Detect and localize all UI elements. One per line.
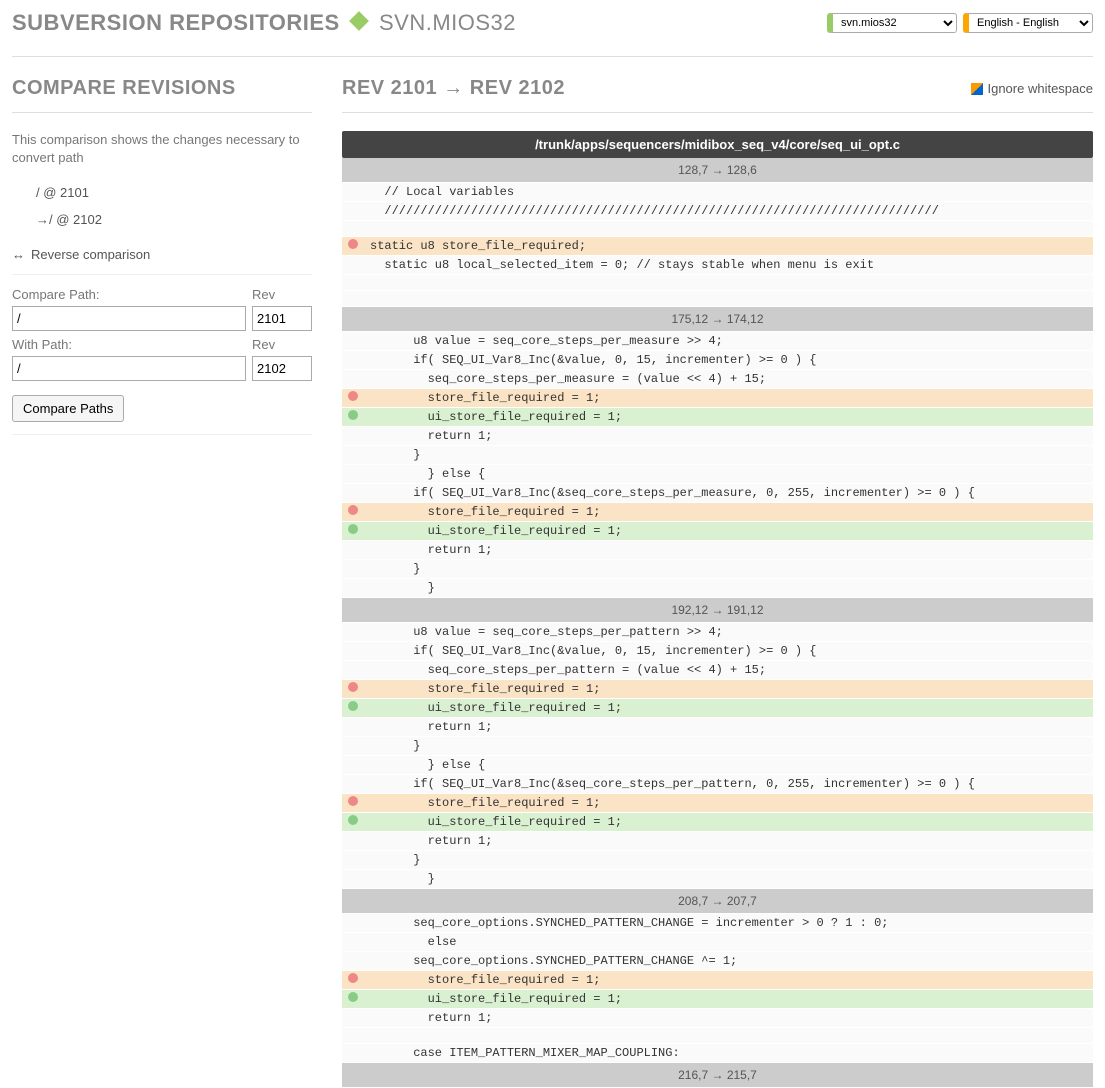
diff-row: store_file_required = 1; xyxy=(342,971,1093,990)
diff-row: u8 value = seq_core_steps_per_measure >>… xyxy=(342,332,1093,351)
path-to: →/ @ 2102 xyxy=(36,206,312,233)
diff-row: } xyxy=(342,560,1093,579)
diff-row: } else { xyxy=(342,756,1093,775)
diff-row: return 1; xyxy=(342,427,1093,446)
diff-row: return 1; xyxy=(342,541,1093,560)
diff-row: return 1; xyxy=(342,1009,1093,1028)
compare-path-input[interactable] xyxy=(12,306,246,331)
diff-row: store_file_required = 1; xyxy=(342,680,1093,699)
diff-row: 175,12 → 174,12 xyxy=(342,307,1093,332)
diff-row: } xyxy=(342,737,1093,756)
language-select[interactable]: English - English xyxy=(963,13,1093,33)
diff-row: seq_core_options.SYNCHED_PATTERN_CHANGE … xyxy=(342,914,1093,933)
repo-name[interactable]: SVN.MIOS32 xyxy=(379,10,516,35)
diff-row: ui_store_file_required = 1; xyxy=(342,990,1093,1009)
diff-row: 128,7 → 128,6 xyxy=(342,158,1093,183)
diff-row: 216,7 → 215,7 xyxy=(342,1063,1093,1088)
diff-row: seq_core_options.SYNCHED_PATTERN_CHANGE … xyxy=(342,952,1093,971)
file-path-header: /trunk/apps/sequencers/midibox_seq_v4/co… xyxy=(342,131,1093,158)
diff-row: ////////////////////////////////////////… xyxy=(342,202,1093,221)
diff-row: store_file_required = 1; xyxy=(342,389,1093,408)
diff-row: } xyxy=(342,851,1093,870)
diff-row: static u8 store_file_required; xyxy=(342,237,1093,256)
diff-row: if( SEQ_UI_Var8_Inc(&value, 0, 15, incre… xyxy=(342,351,1093,370)
with-path-input[interactable] xyxy=(12,356,246,381)
diff-row xyxy=(342,1028,1093,1044)
diff-row: case ITEM_PATTERN_MIXER_MAP_COUPLING: xyxy=(342,1044,1093,1063)
left-title: COMPARE REVISIONS xyxy=(12,77,312,100)
diff-row: else xyxy=(342,933,1093,952)
diff-row xyxy=(342,275,1093,291)
whitespace-icon xyxy=(971,83,983,95)
diff-row: ui_store_file_required = 1; xyxy=(342,522,1093,541)
page-title: SUBVERSION REPOSITORIES xyxy=(12,10,340,35)
diff-row: store_file_required = 1; xyxy=(342,794,1093,813)
diff-row xyxy=(342,291,1093,307)
diff-row: store_file_required = 1; xyxy=(342,503,1093,522)
diff-row: 192,12 → 191,12 xyxy=(342,598,1093,623)
rev1-label: Rev xyxy=(252,287,312,302)
compare-path-label: Compare Path: xyxy=(12,287,246,302)
compare-paths-button[interactable]: Compare Paths xyxy=(12,395,124,422)
reverse-comparison-link[interactable]: ↔Reverse comparison xyxy=(12,247,312,262)
diff-title: REV 2101 → REV 2102 xyxy=(342,77,565,100)
diff-row: ui_store_file_required = 1; xyxy=(342,699,1093,718)
diff-row: } xyxy=(342,870,1093,889)
diff-row: return 1; xyxy=(342,718,1093,737)
rev2-label: Rev xyxy=(252,337,312,352)
diff-row: if( SEQ_UI_Var8_Inc(&value, 0, 15, incre… xyxy=(342,642,1093,661)
diff-row: } xyxy=(342,446,1093,465)
diff-row: } xyxy=(342,579,1093,598)
diff-row: static u8 local_selected_item = 0; // st… xyxy=(342,256,1093,275)
rev1-input[interactable] xyxy=(252,306,312,331)
diff-row: u8 value = seq_core_steps_per_pattern >>… xyxy=(342,623,1093,642)
diff-row: seq_core_steps_per_measure = (value << 4… xyxy=(342,370,1093,389)
diff-row: if( SEQ_UI_Var8_Inc(&seq_core_steps_per_… xyxy=(342,775,1093,794)
ignore-whitespace-link[interactable]: Ignore whitespace xyxy=(971,81,1093,96)
diff-row: return 1; xyxy=(342,832,1093,851)
diff-row: ui_store_file_required = 1; xyxy=(342,813,1093,832)
diff-row: seq_core_steps_per_pattern = (value << 4… xyxy=(342,661,1093,680)
diff-row xyxy=(342,221,1093,237)
diff-row: // Local variables xyxy=(342,183,1093,202)
cube-icon xyxy=(349,11,369,31)
diff-row: 208,7 → 207,7 xyxy=(342,889,1093,914)
diff-row: if( SEQ_UI_Var8_Inc(&seq_core_steps_per_… xyxy=(342,484,1093,503)
repo-select[interactable]: svn.mios32 xyxy=(827,13,957,33)
path-from: / @ 2101 xyxy=(36,179,312,206)
with-path-label: With Path: xyxy=(12,337,246,352)
diff-table: 128,7 → 128,6 // Local variables ///////… xyxy=(342,158,1093,1088)
diff-row: } else { xyxy=(342,465,1093,484)
rev2-input[interactable] xyxy=(252,356,312,381)
compare-description: This comparison shows the changes necess… xyxy=(12,131,312,167)
diff-row: ui_store_file_required = 1; xyxy=(342,408,1093,427)
